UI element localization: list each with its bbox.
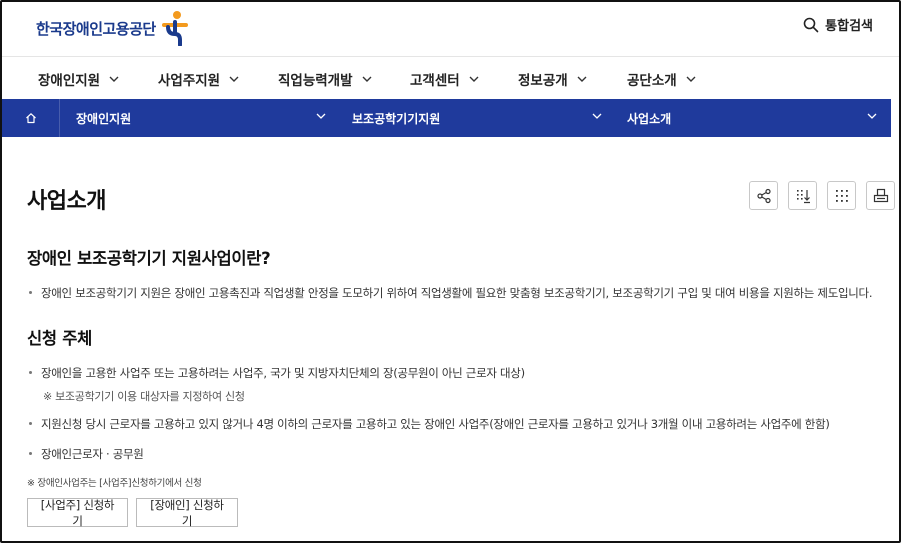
page-tools xyxy=(749,181,895,210)
chevron-down-icon xyxy=(592,113,602,119)
gnb-item-label: 장애인지원 xyxy=(38,73,101,89)
chevron-down-icon xyxy=(229,76,239,82)
chevron-down-icon xyxy=(469,76,479,82)
gnb-item-vocational-training[interactable]: 직업능력개발 xyxy=(278,69,372,89)
location-label: 장애인지원 xyxy=(76,111,132,126)
gnb-item-customer-center[interactable]: 고객센터 xyxy=(410,69,479,89)
list-item-text: 장애인 보조공학기기 지원은 장애인 고용촉진과 직업생활 안정을 도모하기 위… xyxy=(41,286,873,300)
gnb-item-agency-intro[interactable]: 공단소개 xyxy=(627,69,696,89)
chevron-down-icon xyxy=(109,76,119,82)
location-bar: 장애인지원 보조공학기기지원 사업소개 xyxy=(2,99,891,137)
bullet-dot xyxy=(29,422,32,425)
gnb-item-label: 정보공개 xyxy=(518,73,568,89)
chevron-down-icon xyxy=(867,113,877,119)
chevron-down-icon xyxy=(362,76,372,82)
apply-disabled-button[interactable]: [장애인] 신청하기 xyxy=(136,498,238,528)
download-button[interactable] xyxy=(788,181,817,210)
logo-mark-icon xyxy=(161,11,188,46)
location-depth3-select[interactable]: 사업소개 xyxy=(627,99,889,137)
location-depth2-select[interactable]: 보조공학기기지원 xyxy=(352,99,614,137)
gnb-item-disabled-support[interactable]: 장애인지원 xyxy=(38,69,119,89)
location-label: 사업소개 xyxy=(627,111,672,126)
search-label: 통합검색 xyxy=(825,19,873,34)
gnb-item-label: 공단소개 xyxy=(627,73,677,89)
bullet-dot xyxy=(29,452,32,455)
print-icon xyxy=(873,188,888,202)
home-button[interactable] xyxy=(2,99,60,137)
location-label: 보조공학기기지원 xyxy=(352,111,441,126)
print-button[interactable] xyxy=(866,181,895,210)
gnb-item-employer-support[interactable]: 사업주지원 xyxy=(158,69,239,89)
share-icon xyxy=(756,188,771,203)
page-title: 사업소개 xyxy=(27,189,106,214)
share-button[interactable] xyxy=(749,181,778,210)
search-icon xyxy=(803,17,819,32)
list-item-text: 지원신청 당시 근로자를 고용하고 있지 않거나 4명 이하의 근로자를 고용하… xyxy=(41,417,830,431)
gnb-item-label: 직업능력개발 xyxy=(278,73,353,89)
section-heading-applicant: 신청 주체 xyxy=(27,329,92,348)
list-item: 장애인 보조공학기기 지원은 장애인 고용촉진과 직업생활 안정을 도모하기 위… xyxy=(29,285,872,301)
list-item: 장애인근로자 · 공무원 xyxy=(29,446,144,462)
main-navigation: 장애인지원 사업주지원 직업능력개발 고객센터 정보공개 공단소개 xyxy=(0,56,901,98)
home-icon xyxy=(25,113,36,124)
bullet-dot xyxy=(29,371,32,374)
bullet-dot xyxy=(29,291,32,294)
application-note: ※ 장애인사업주는 [사업주]신청하기에서 신청 xyxy=(27,478,202,489)
integrated-search-button[interactable]: 통합검색 xyxy=(803,15,873,34)
site-logo[interactable]: 한국장애인고용공단 xyxy=(36,10,190,46)
grid-view-button[interactable] xyxy=(827,181,856,210)
gnb-item-label: 사업주지원 xyxy=(158,73,221,89)
location-depth1-select[interactable]: 장애인지원 xyxy=(76,99,338,137)
chevron-down-icon xyxy=(577,76,587,82)
section-heading-program: 장애인 보조공학기기 지원사업이란? xyxy=(27,249,271,268)
site-header: 한국장애인고용공단 통합검색 xyxy=(0,0,901,55)
gnb-item-label: 고객센터 xyxy=(410,73,460,89)
list-item: 장애인을 고용한 사업주 또는 고용하려는 사업주, 국가 및 지방자치단체의 … xyxy=(29,365,525,381)
apply-employer-button[interactable]: [사업주] 신청하기 xyxy=(27,498,128,528)
download-icon xyxy=(796,189,810,203)
list-item-text: 장애인을 고용한 사업주 또는 고용하려는 사업주, 국가 및 지방자치단체의 … xyxy=(41,366,525,380)
gnb-item-information-disclosure[interactable]: 정보공개 xyxy=(518,69,587,89)
logo-text: 한국장애인고용공단 xyxy=(36,19,156,38)
chevron-down-icon xyxy=(316,113,326,119)
list-item: 지원신청 당시 근로자를 고용하고 있지 않거나 4명 이하의 근로자를 고용하… xyxy=(29,416,830,432)
list-item-text: 장애인근로자 · 공무원 xyxy=(41,447,144,461)
list-item-subnote: ※ 보조공학기기 이용 대상자를 지정하여 신청 xyxy=(43,390,245,403)
grid-dots-icon xyxy=(835,189,848,202)
chevron-down-icon xyxy=(686,76,696,82)
